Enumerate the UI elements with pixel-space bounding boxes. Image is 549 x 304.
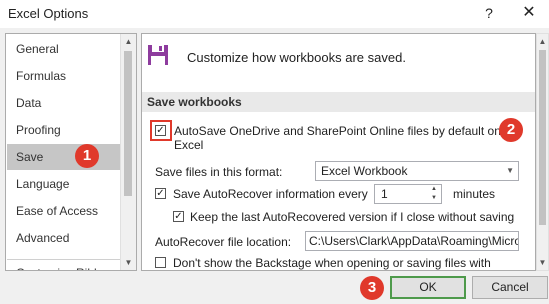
scroll-down-icon[interactable]: ▼ bbox=[121, 255, 136, 270]
nav-scroll-thumb[interactable] bbox=[124, 51, 132, 196]
nav-item-customize-ribbon[interactable]: Customize Ribbon bbox=[7, 259, 120, 270]
format-select[interactable]: Excel Workbook ▼ bbox=[315, 161, 519, 181]
keep-version-checkbox[interactable]: ✓ bbox=[173, 211, 184, 222]
format-label: Save files in this format: bbox=[155, 165, 283, 179]
autosave-label-line2: Excel bbox=[174, 138, 204, 152]
options-nav: General Formulas Data Proofing Save Lang… bbox=[5, 33, 137, 271]
nav-item-data[interactable]: Data bbox=[7, 90, 120, 116]
scroll-down-icon[interactable]: ▼ bbox=[537, 255, 548, 270]
autorecover-checkbox[interactable]: ✓ bbox=[155, 188, 166, 199]
autorecover-minutes-spinner[interactable]: 1 ▲ ▼ bbox=[374, 184, 442, 204]
autorecover-label: Save AutoRecover information every bbox=[173, 187, 368, 201]
step-badge-3: 3 bbox=[360, 276, 384, 300]
window-title: Excel Options bbox=[8, 6, 89, 21]
nav-item-general[interactable]: General bbox=[7, 36, 120, 62]
format-select-value: Excel Workbook bbox=[321, 164, 408, 178]
ok-button[interactable]: OK bbox=[390, 276, 466, 299]
nav-scrollbar[interactable]: ▲ ▼ bbox=[120, 34, 136, 270]
nav-item-proofing[interactable]: Proofing bbox=[7, 117, 120, 143]
file-location-input[interactable]: C:\Users\Clark\AppData\Roaming\Micro bbox=[305, 231, 519, 251]
nav-item-ease-of-access[interactable]: Ease of Access bbox=[7, 198, 120, 224]
save-options-panel: Customize how workbooks are saved. Save … bbox=[141, 33, 536, 271]
autorecover-minutes-value: 1 bbox=[381, 187, 388, 201]
save-icon bbox=[148, 45, 168, 65]
autosave-label: AutoSave OneDrive and SharePoint Online … bbox=[174, 124, 501, 138]
step-badge-2: 2 bbox=[499, 118, 523, 142]
panel-scroll-thumb[interactable] bbox=[539, 50, 546, 225]
section-title: Save workbooks bbox=[142, 92, 535, 112]
panel-scrollbar[interactable]: ▲ ▼ bbox=[536, 33, 549, 271]
step-badge-1: 1 bbox=[75, 144, 99, 168]
keep-version-label: Keep the last AutoRecovered version if I… bbox=[190, 210, 515, 224]
nav-item-advanced[interactable]: Advanced bbox=[7, 225, 120, 251]
panel-header: Customize how workbooks are saved. bbox=[187, 50, 406, 65]
minutes-label: minutes bbox=[453, 187, 496, 201]
autosave-checkbox[interactable]: ✓ bbox=[155, 125, 166, 136]
nav-item-save[interactable]: Save bbox=[7, 144, 120, 170]
nav-item-formulas[interactable]: Formulas bbox=[7, 63, 120, 89]
chevron-down-icon: ▼ bbox=[506, 166, 514, 175]
nav-item-language[interactable]: Language bbox=[7, 171, 120, 197]
scroll-up-icon[interactable]: ▲ bbox=[121, 34, 136, 49]
spinner-up-icon[interactable]: ▲ bbox=[428, 185, 440, 194]
close-button[interactable]: ✕ bbox=[516, 2, 542, 24]
file-location-label: AutoRecover file location: bbox=[155, 235, 292, 249]
backstage-label: Don't show the Backstage when opening or… bbox=[173, 256, 491, 270]
backstage-checkbox[interactable] bbox=[155, 257, 166, 268]
spinner-down-icon[interactable]: ▼ bbox=[428, 194, 440, 203]
cancel-button[interactable]: Cancel bbox=[472, 276, 548, 299]
scroll-up-icon[interactable]: ▲ bbox=[537, 34, 548, 49]
help-button[interactable]: ? bbox=[476, 2, 502, 24]
